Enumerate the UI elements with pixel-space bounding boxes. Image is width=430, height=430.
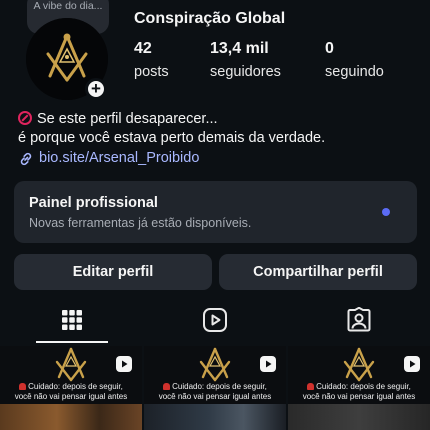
post-caption-line-1: Cuidado: depois de seguir,: [316, 382, 411, 391]
masonic-logo-icon: [343, 347, 375, 382]
dashboard-subtitle: Novas ferramentas já estão disponíveis.: [29, 216, 252, 230]
siren-icon: [19, 383, 27, 390]
dashboard-title: Painel profissional: [29, 195, 158, 211]
posts-grid: Cuidado: depois de seguir, você não vai …: [0, 346, 430, 430]
post-thumbnail[interactable]: Cuidado: depois de seguir, você não vai …: [144, 346, 286, 430]
post-caption-line-1: Cuidado: depois de seguir,: [28, 382, 123, 391]
siren-icon: [163, 383, 171, 390]
posts-label: posts: [134, 64, 169, 80]
edit-profile-button[interactable]: Editar perfil: [14, 254, 212, 290]
posts-count[interactable]: 42 posts: [134, 40, 169, 80]
tab-posts-grid[interactable]: [0, 296, 143, 344]
masonic-logo-icon: [199, 347, 231, 382]
post-photo: [144, 404, 286, 430]
post-thumbnail[interactable]: Cuidado: depois de seguir, você não vai …: [288, 346, 430, 430]
profile-name: Conspiração Global: [134, 10, 286, 27]
following-count[interactable]: 0 seguindo: [325, 40, 384, 80]
post-caption-line-2: você não vai pensar igual antes: [302, 392, 416, 401]
tagged-icon: [347, 307, 370, 332]
post-thumbnail[interactable]: Cuidado: depois de seguir, você não vai …: [0, 346, 142, 430]
grid-icon: [61, 310, 82, 330]
post-photo: [288, 404, 430, 430]
bio-line-1: Se este perfil desaparecer...: [18, 110, 325, 129]
reel-icon: [260, 356, 276, 372]
following-label: seguindo: [325, 64, 384, 80]
no-entry-icon: [18, 111, 32, 125]
followers-label: seguidores: [210, 64, 281, 80]
profile-tabs: [0, 296, 430, 344]
professional-dashboard[interactable]: Painel profissional Novas ferramentas já…: [14, 181, 417, 243]
tab-tagged[interactable]: [287, 296, 430, 344]
post-caption-line-1: Cuidado: depois de seguir,: [172, 382, 267, 391]
notification-dot: [382, 208, 390, 216]
reel-icon: [116, 356, 132, 372]
add-story-button[interactable]: +: [85, 78, 107, 100]
reels-icon: [202, 308, 227, 332]
post-caption: Cuidado: depois de seguir, você não vai …: [0, 382, 142, 402]
share-profile-button[interactable]: Compartilhar perfil: [219, 254, 417, 290]
masonic-logo-icon: [55, 347, 87, 382]
bio: Se este perfil desaparecer... é porque v…: [18, 110, 325, 168]
bio-line-1-text: Se este perfil desaparecer...: [37, 111, 218, 127]
followers-count[interactable]: 13,4 mil seguidores: [210, 40, 281, 80]
followers-value: 13,4 mil: [210, 40, 269, 57]
selected-tab-indicator: [36, 341, 108, 343]
reel-icon: [404, 356, 420, 372]
siren-icon: [307, 383, 315, 390]
post-caption: Cuidado: depois de seguir, você não vai …: [144, 382, 286, 402]
post-caption-line-2: você não vai pensar igual antes: [14, 392, 128, 401]
bio-link[interactable]: bio.site/Arsenal_Proibido: [18, 149, 325, 168]
bio-line-2: é porque você estava perto demais da ver…: [18, 130, 326, 146]
following-value: 0: [325, 40, 334, 57]
posts-value: 42: [134, 40, 152, 57]
link-icon: [20, 152, 32, 165]
tab-reels[interactable]: [143, 296, 286, 344]
post-photo: [0, 404, 142, 430]
post-caption-line-2: você não vai pensar igual antes: [158, 392, 272, 401]
bio-link-text: bio.site/Arsenal_Proibido: [39, 150, 200, 166]
post-caption: Cuidado: depois de seguir, você não vai …: [288, 382, 430, 402]
note-text: A vibe do dia...: [33, 0, 103, 12]
